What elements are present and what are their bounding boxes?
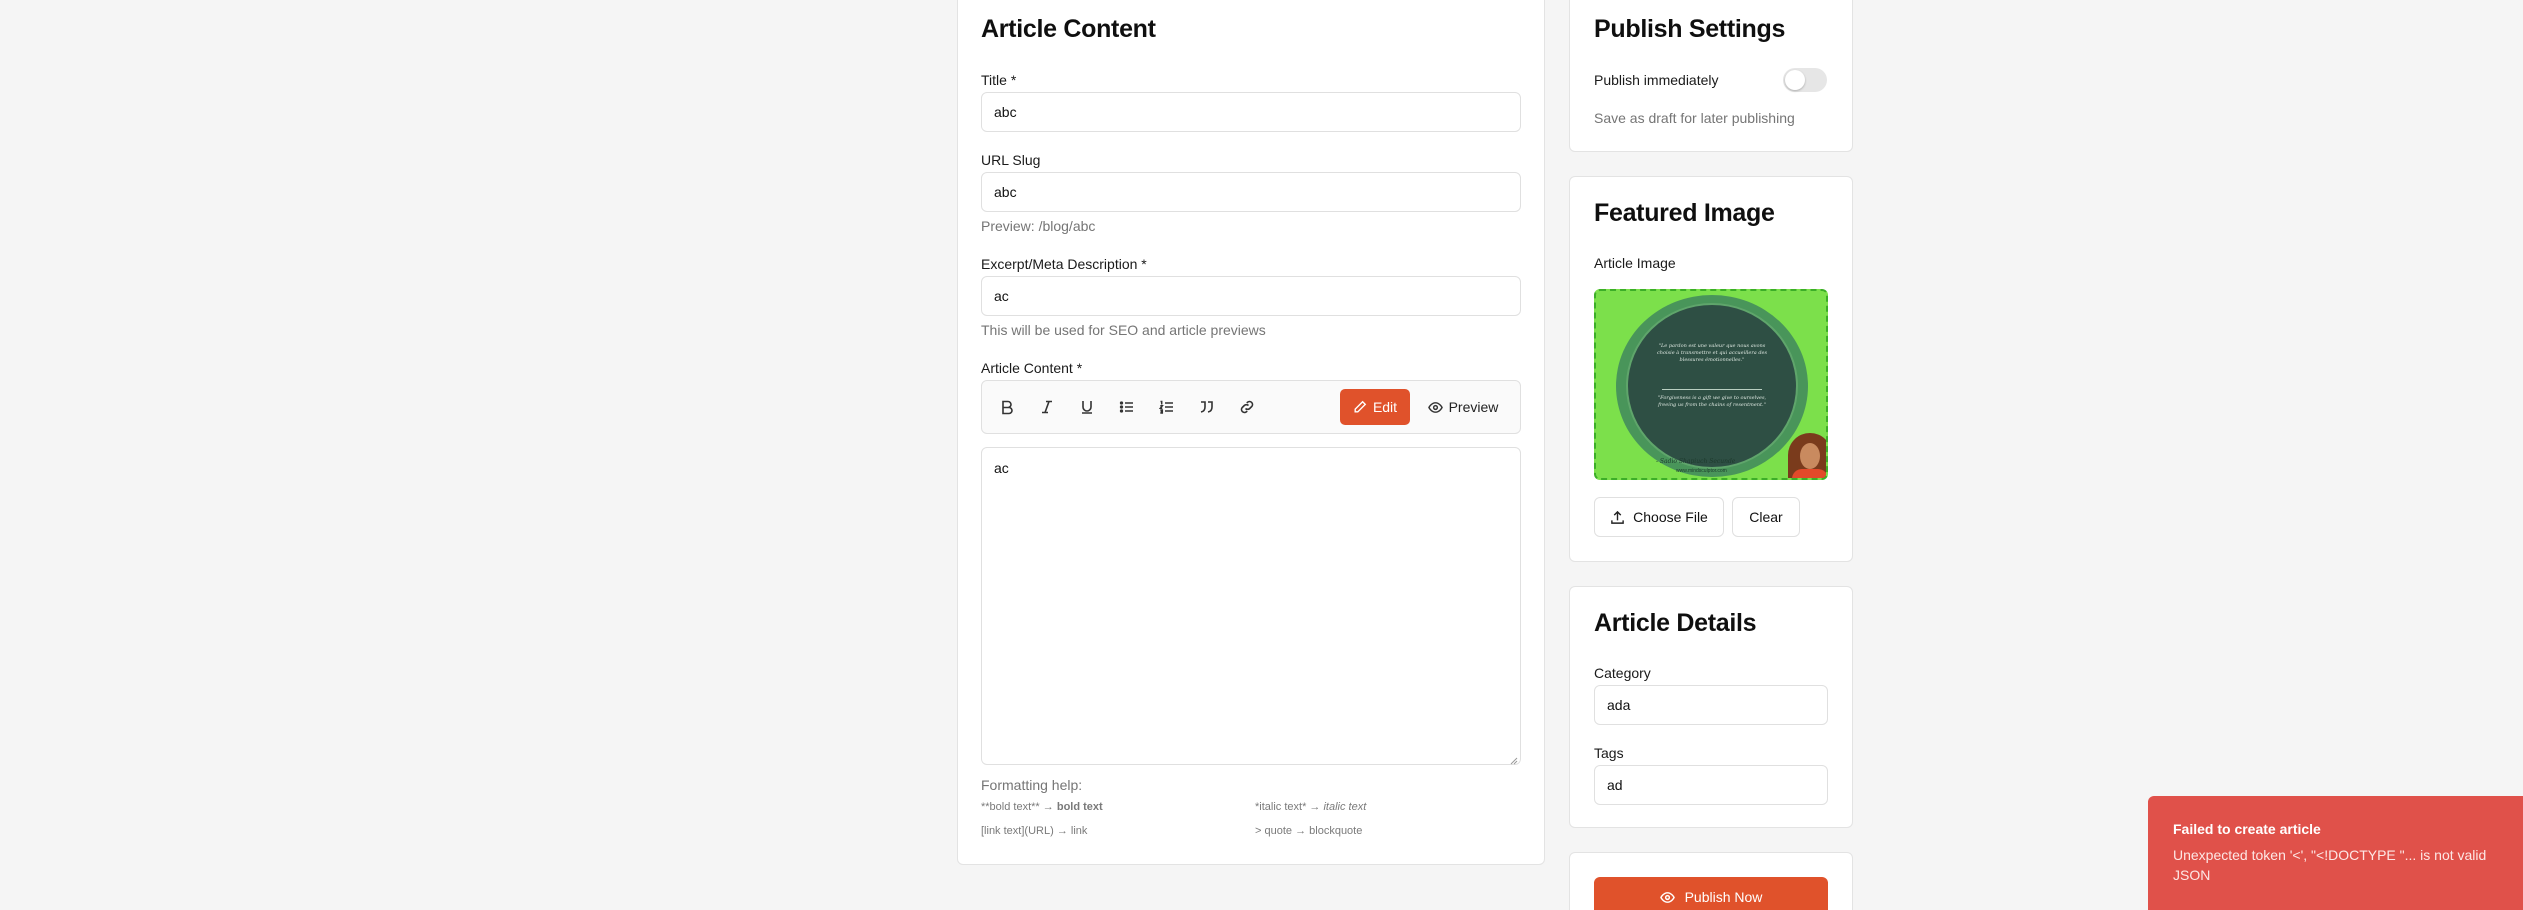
publish-hint: Save as draft for later publishing bbox=[1594, 110, 1795, 126]
editor-toolbar: Edit Preview bbox=[981, 380, 1521, 434]
edit-label: Edit bbox=[1372, 399, 1398, 415]
arrow-icon: → bbox=[1295, 825, 1307, 837]
help-italic: *italic text* → italic text bbox=[1255, 801, 1366, 813]
portrait-shirt bbox=[1792, 469, 1826, 478]
eye-icon bbox=[1427, 400, 1443, 415]
bullet-list-icon[interactable] bbox=[1112, 392, 1142, 422]
arrow-icon: → bbox=[1042, 801, 1054, 813]
error-toast[interactable]: Failed to create article Unexpected toke… bbox=[2148, 796, 2523, 910]
excerpt-label: Excerpt/Meta Description * bbox=[981, 256, 1147, 272]
title-label: Title * bbox=[981, 72, 1017, 88]
help-title: Formatting help: bbox=[981, 777, 1083, 793]
italic-icon[interactable] bbox=[1032, 392, 1062, 422]
help-italic-syntax: *italic text* bbox=[1255, 801, 1307, 813]
article-content-card: Article Content Title * abc URL Slug abc… bbox=[957, 0, 1545, 865]
help-quote-syntax: > quote bbox=[1255, 825, 1293, 837]
publish-toggle[interactable] bbox=[1783, 68, 1827, 92]
help-link-syntax: [link text](URL) bbox=[981, 825, 1054, 837]
title-input[interactable]: abc bbox=[981, 92, 1521, 132]
upload-icon bbox=[1610, 510, 1625, 525]
toggle-knob bbox=[1785, 70, 1805, 90]
article-content-heading: Article Content bbox=[981, 15, 1156, 43]
resize-handle-icon[interactable] bbox=[1508, 752, 1518, 765]
publish-now-label: Publish Now bbox=[1684, 889, 1763, 905]
publish-toggle-label: Publish immediately bbox=[1594, 72, 1719, 88]
tags-input[interactable]: ad bbox=[1594, 765, 1828, 805]
article-details-card: Article Details Category ada Tags ad bbox=[1569, 586, 1853, 828]
portrait-face bbox=[1800, 443, 1820, 469]
choose-file-label: Choose File bbox=[1633, 509, 1708, 525]
image-divider bbox=[1662, 389, 1762, 390]
clear-button[interactable]: Clear bbox=[1732, 497, 1800, 537]
preview-button[interactable]: Preview bbox=[1418, 389, 1508, 425]
choose-file-button[interactable]: Choose File bbox=[1594, 497, 1724, 537]
article-details-heading: Article Details bbox=[1594, 609, 1757, 637]
help-quote: > quote → blockquote bbox=[1255, 825, 1362, 837]
edit-button[interactable]: Edit bbox=[1340, 389, 1410, 425]
slug-preview: Preview: /blog/abc bbox=[981, 218, 1096, 234]
content-textarea[interactable]: ac bbox=[981, 447, 1521, 765]
bold-icon[interactable] bbox=[992, 392, 1022, 422]
underline-icon[interactable] bbox=[1072, 392, 1102, 422]
eye-icon bbox=[1659, 890, 1675, 905]
help-link: [link text](URL) → link bbox=[981, 825, 1087, 837]
pencil-icon bbox=[1353, 400, 1367, 414]
article-image-label: Article Image bbox=[1594, 255, 1676, 271]
help-bold: **bold text** → bold text bbox=[981, 801, 1103, 813]
help-italic-result: italic text bbox=[1323, 801, 1367, 813]
image-ring-inner bbox=[1626, 303, 1798, 469]
featured-image-card: Featured Image Article Image "Le pardon … bbox=[1569, 176, 1853, 562]
publish-settings-card: Publish Settings Publish immediately Sav… bbox=[1569, 0, 1853, 152]
portrait-avatar bbox=[1788, 433, 1826, 478]
slug-label: URL Slug bbox=[981, 152, 1041, 168]
arrow-icon: → bbox=[1309, 801, 1321, 813]
quote-icon[interactable] bbox=[1192, 392, 1222, 422]
image-preview: "Le pardon est une valeur que nous avons… bbox=[1594, 289, 1828, 480]
content-label: Article Content * bbox=[981, 360, 1083, 376]
featured-image-heading: Featured Image bbox=[1594, 199, 1775, 227]
toast-title: Failed to create article bbox=[2173, 821, 2321, 837]
content-text: ac bbox=[994, 460, 1009, 476]
help-bold-syntax: **bold text** bbox=[981, 801, 1040, 813]
help-link-result: link bbox=[1070, 825, 1088, 837]
publish-now-button[interactable]: Publish Now bbox=[1594, 877, 1828, 910]
excerpt-hint: This will be used for SEO and article pr… bbox=[981, 322, 1266, 338]
image-quote-2: "Forgiveness is a gift we give to oursel… bbox=[1657, 395, 1767, 408]
excerpt-input[interactable]: ac bbox=[981, 276, 1521, 316]
arrow-icon: → bbox=[1056, 825, 1068, 837]
category-label: Category bbox=[1594, 665, 1651, 681]
clear-label: Clear bbox=[1749, 509, 1783, 525]
image-signature: - Sadio Shapiuch Secunde bbox=[1656, 458, 1736, 465]
help-bold-result: bold text bbox=[1056, 801, 1103, 813]
tags-label: Tags bbox=[1594, 745, 1624, 761]
image-website: www.mindsculptor.com bbox=[1676, 468, 1727, 474]
actions-card: Publish Now bbox=[1569, 852, 1853, 910]
help-quote-result: blockquote bbox=[1309, 825, 1363, 837]
toast-message: Unexpected token '<', "<!DOCTYPE "... is… bbox=[2173, 847, 2487, 883]
image-quote-1: "Le pardon est une valeur que nous avons… bbox=[1656, 343, 1768, 363]
preview-label: Preview bbox=[1448, 399, 1499, 415]
link-icon[interactable] bbox=[1232, 392, 1262, 422]
numbered-list-icon[interactable] bbox=[1152, 392, 1182, 422]
category-input[interactable]: ada bbox=[1594, 685, 1828, 725]
slug-input[interactable]: abc bbox=[981, 172, 1521, 212]
publish-settings-heading: Publish Settings bbox=[1594, 15, 1786, 43]
